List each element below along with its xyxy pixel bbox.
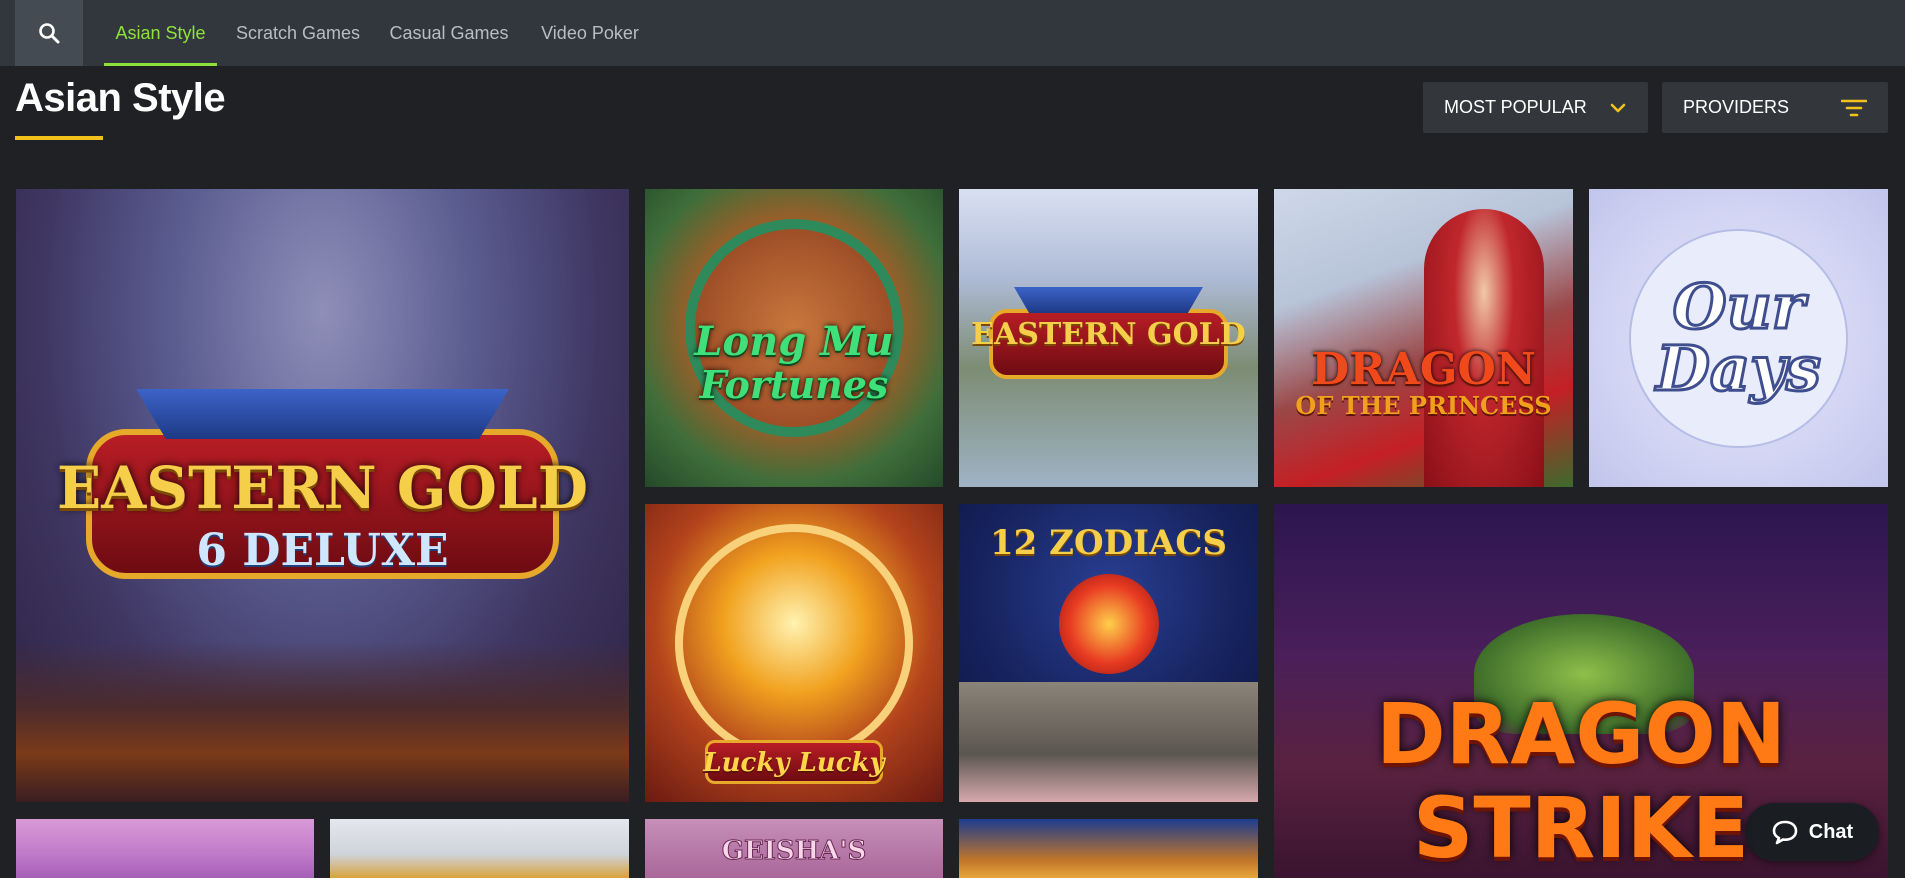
pagoda-roof	[136, 389, 509, 439]
game-tile-geishas-fan[interactable]: Geisha's	[645, 819, 943, 878]
search-button[interactable]	[15, 0, 83, 66]
game-tile-our-days[interactable]: Our Days	[1589, 189, 1888, 487]
tab-video-poker[interactable]: Video Poker	[535, 0, 645, 66]
filter-icon	[1841, 99, 1867, 116]
providers-filter[interactable]: PROVIDERS	[1662, 82, 1888, 133]
lantern	[1059, 574, 1159, 674]
tab-casual-games[interactable]: Casual Games	[387, 0, 511, 66]
game-tile-12-zodiacs[interactable]: 12 Zodiacs	[959, 504, 1258, 802]
game-subtitle: Days	[1655, 332, 1823, 405]
tab-asian-style[interactable]: Asian Style	[104, 0, 217, 66]
game-tile-long-mu-fortunes[interactable]: Long Mu Fortunes	[645, 189, 943, 487]
tab-scratch-games[interactable]: Scratch Games	[234, 0, 362, 66]
game-subtitle: Fortunes	[699, 362, 889, 407]
game-tile-eastern-gold[interactable]: Eastern Gold	[959, 189, 1258, 487]
tab-label: Asian Style	[115, 22, 206, 43]
game-title: Long Mu	[694, 318, 894, 365]
game-tile-lucky-lucky[interactable]: Lucky Lucky	[645, 504, 943, 802]
ring-frame	[675, 524, 913, 762]
search-icon	[39, 23, 60, 44]
game-title: Lucky Lucky	[703, 748, 885, 778]
tab-label: Video Poker	[541, 22, 639, 43]
game-subtitle: of the Princess	[1295, 391, 1552, 420]
game-subtitle: 6 Deluxe	[196, 524, 449, 576]
tab-label: Casual Games	[389, 22, 509, 43]
game-tile-dragon-of-the-princess[interactable]: Dragon of the Princess	[1274, 189, 1573, 487]
game-tile-partial-4[interactable]	[959, 819, 1258, 878]
sort-label: MOST POPULAR	[1444, 97, 1587, 117]
title-underline	[15, 136, 103, 140]
game-title: Our	[1671, 270, 1806, 343]
lava-ground	[16, 642, 629, 802]
game-tile-partial-2[interactable]	[330, 819, 629, 878]
sort-dropdown[interactable]: MOST POPULAR	[1423, 82, 1648, 133]
game-title: Eastern Gold	[56, 453, 588, 522]
page-title: Asian Style	[15, 76, 226, 120]
game-title: Geisha's	[721, 835, 867, 866]
game-title: Eastern Gold	[971, 317, 1246, 352]
providers-label: PROVIDERS	[1683, 97, 1790, 117]
game-title: Dragon	[1311, 344, 1536, 395]
game-tile-dragon-strike[interactable]: Dragon Strike	[1274, 504, 1888, 878]
pagoda-roof	[1014, 287, 1203, 313]
chat-label: Chat	[1808, 820, 1854, 843]
top-nav: Asian Style Scratch Games Casual Games V…	[0, 0, 1905, 66]
chevron-down-icon	[1610, 103, 1626, 112]
game-tile-partial-1[interactable]	[16, 819, 314, 878]
statues	[959, 682, 1258, 802]
game-subtitle: Strike	[1412, 779, 1750, 877]
game-title: Dragon	[1375, 685, 1787, 783]
tab-label: Scratch Games	[235, 22, 361, 43]
game-tile-eastern-gold-6-deluxe[interactable]: Eastern Gold 6 Deluxe	[16, 189, 629, 802]
game-title: 12 Zodiacs	[990, 523, 1227, 563]
